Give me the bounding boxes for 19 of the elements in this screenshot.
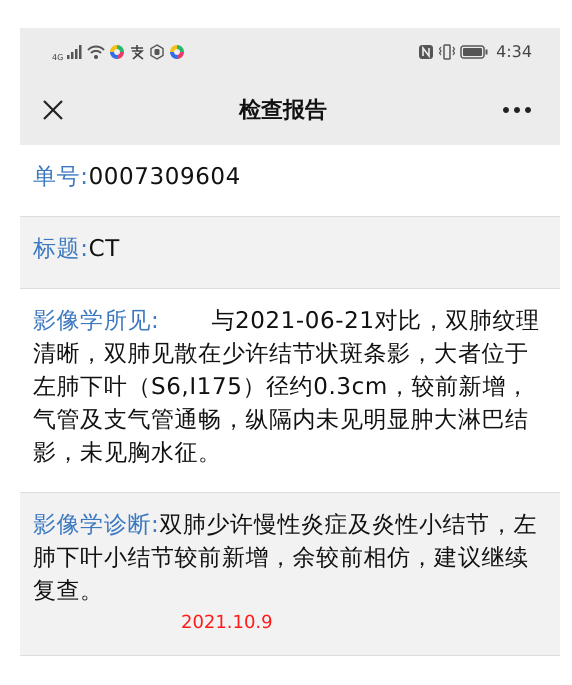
date-annotation: 2021.10.9 <box>180 612 274 633</box>
field-text: 标题:CT <box>33 235 121 264</box>
pay-icon <box>129 44 146 60</box>
close-icon[interactable] <box>42 99 64 121</box>
clock: 4:34 <box>496 42 532 61</box>
field-text: 单号:0007309604 <box>33 163 242 192</box>
app-icon <box>169 44 186 60</box>
vibrate-icon <box>438 44 456 60</box>
app-icon <box>109 44 126 60</box>
wifi-icon <box>87 44 106 58</box>
hand-icon <box>149 44 166 60</box>
network-label: 4G <box>52 53 64 62</box>
signal-icon <box>67 44 84 58</box>
field-text: 影像学所见: 与2021-06-21对比，双肺纹理清晰，双肺见散在少许结节状斑条影，大者位于左肺下叶（S6,I175）径约0.3cm，较前新增，气管及支气管通畅，纵隔内未见明显肿大淋巴结影，未见胸水征。 <box>33 307 541 468</box>
nfc-icon <box>418 44 434 60</box>
page-title: 检查报告 <box>239 97 327 125</box>
more-icon[interactable] <box>502 106 532 114</box>
battery-icon <box>460 44 488 58</box>
field-text: 影像学诊断:双肺少许慢性炎症及炎性小结节，左肺下叶小结节较前新增，余较前相仿，建议继续复查。 <box>33 511 538 606</box>
